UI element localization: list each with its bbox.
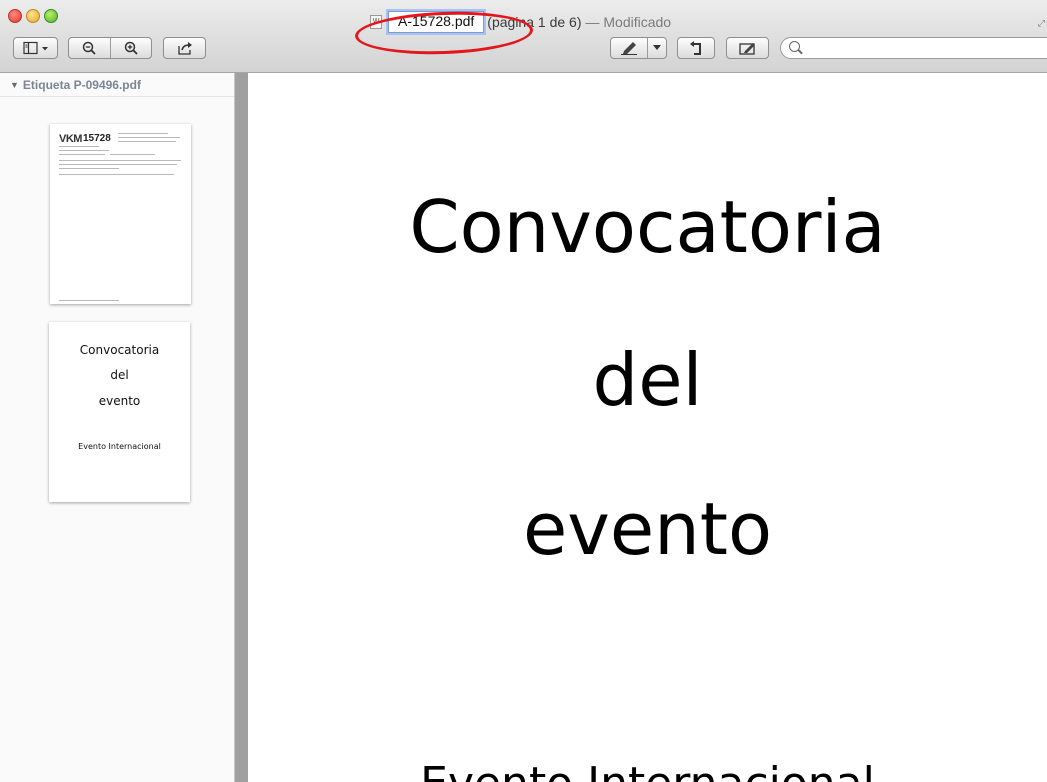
page-title-line-3: evento [522, 487, 773, 571]
thumbnail-text-line [59, 146, 99, 147]
thumbnail-sidebar: ▼ Etiqueta P-09496.pdf VKM 15728 Convoca… [0, 73, 235, 782]
window-toolbar: W A-15728.pdf (pagina 1 de 6) — Modifica… [0, 0, 1047, 73]
window-title: W A-15728.pdf (pagina 1 de 6) — Modifica… [370, 11, 672, 33]
thumbnail-text-line [59, 160, 181, 161]
disclosure-triangle-icon[interactable]: ▼ [10, 80, 19, 90]
share-button[interactable] [163, 37, 206, 59]
page-info: (pagina 1 de 6) [487, 14, 582, 30]
thumbnail-text-line [118, 137, 180, 138]
fullscreen-icon[interactable]: ⤢ [1038, 18, 1045, 29]
share-icon [177, 42, 192, 55]
thumbnail-line-2: del [110, 368, 129, 382]
thumbnail-line-3: evento [98, 394, 141, 408]
thumbnail-logo: VKM [59, 133, 82, 145]
thumbnail-text-line [118, 133, 168, 134]
thumbnail-text-line [110, 154, 155, 155]
thumbnail-footer-line [59, 300, 119, 301]
content-gutter [235, 73, 248, 782]
thumbnail-text-line [59, 168, 119, 169]
sidebar-document-header[interactable]: ▼ Etiqueta P-09496.pdf [10, 78, 141, 92]
page-thumbnail-1[interactable]: VKM 15728 [50, 124, 191, 304]
search-input[interactable] [805, 40, 1039, 58]
page-subtitle: Evento Internacional [248, 757, 1047, 782]
markup-dropdown-button[interactable] [648, 38, 666, 58]
thumbnail-line-1: Convocatoria [79, 343, 160, 357]
page-thumbnail-2[interactable]: Convocatoria del evento Evento Internaci… [49, 322, 190, 502]
page-title-line-1: Convocatoria [409, 185, 886, 269]
annotate-button[interactable] [726, 37, 769, 59]
thumbnail-text-line [59, 164, 177, 165]
thumbnail-text-line [59, 150, 109, 151]
thumbnail-number: 15728 [83, 133, 111, 144]
sidebar-divider [0, 96, 234, 97]
zoom-out-icon [83, 41, 96, 55]
thumbnail-text-line [59, 174, 174, 175]
zoom-in-button[interactable] [110, 38, 151, 58]
rotate-icon [690, 40, 701, 55]
sidebar-icon [22, 41, 48, 55]
sidebar-view-button[interactable] [13, 37, 58, 59]
zoom-button-group [68, 37, 152, 59]
modified-status: — Modificado [585, 14, 672, 30]
zoom-in-icon [124, 41, 138, 55]
markup-button-group [610, 37, 667, 59]
close-window-button[interactable] [8, 9, 22, 23]
page-title-line-2: del [592, 338, 703, 422]
zoom-out-button[interactable] [69, 38, 110, 58]
pen-icon [621, 42, 638, 55]
filename-field[interactable]: A-15728.pdf [388, 11, 485, 33]
minimize-window-button[interactable] [26, 9, 40, 23]
markup-pen-button[interactable] [611, 38, 647, 58]
search-field[interactable] [780, 37, 1047, 59]
document-page[interactable]: Convocatoria del evento Evento Internaci… [248, 73, 1047, 782]
thumbnail-subtitle: Evento Internacional [78, 442, 161, 451]
sidebar-document-title: Etiqueta P-09496.pdf [22, 78, 141, 92]
rotate-button[interactable] [677, 37, 715, 59]
annotate-icon [738, 43, 755, 55]
chevron-down-icon [653, 45, 662, 50]
document-icon[interactable]: W [370, 15, 382, 29]
thumbnail-text-line [118, 141, 176, 142]
thumbnail-text-line [59, 154, 105, 155]
zoom-window-button[interactable] [44, 9, 58, 23]
search-icon [789, 41, 800, 52]
